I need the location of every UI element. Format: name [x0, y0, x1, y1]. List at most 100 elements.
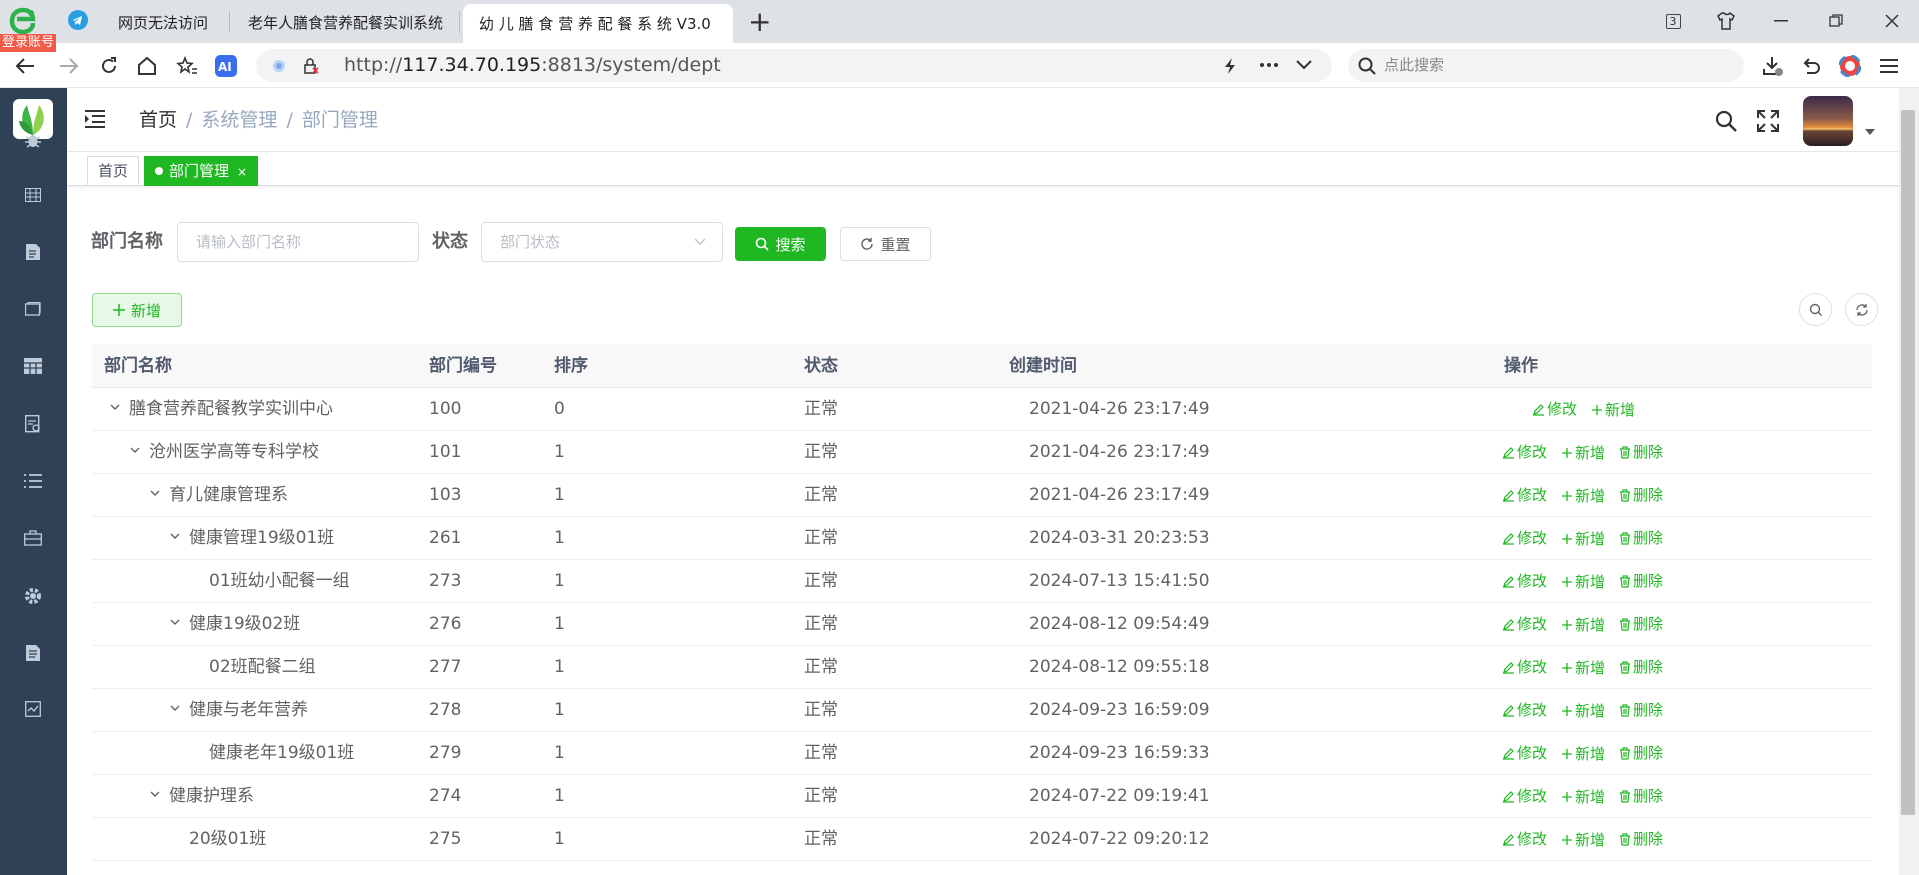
delete-link[interactable]: 删除 [1619, 732, 1663, 774]
grid-table-icon[interactable] [22, 355, 44, 377]
more-icon[interactable] [1260, 63, 1278, 67]
browser-tab-active[interactable]: 幼 儿 膳 食 营 养 配 餐 系 统 V3.0 [463, 4, 733, 43]
scrollbar-thumb[interactable] [1901, 110, 1915, 815]
toggle-search-button[interactable] [1799, 293, 1832, 326]
add-child-link[interactable]: 新增 [1561, 690, 1605, 732]
fullscreen-icon[interactable] [1757, 110, 1779, 132]
site-info-icon[interactable] [272, 59, 286, 73]
delete-link[interactable]: 删除 [1619, 818, 1663, 860]
delete-link[interactable]: 删除 [1619, 689, 1663, 731]
delete-link[interactable]: 删除 [1619, 646, 1663, 688]
home-icon[interactable] [134, 53, 160, 79]
card-icon[interactable] [22, 298, 44, 320]
user-avatar[interactable] [1803, 96, 1853, 146]
gear-icon[interactable] [22, 585, 44, 607]
hamburger-icon[interactable] [85, 110, 105, 128]
expand-chevron-icon[interactable] [129, 444, 141, 456]
search-button[interactable]: 搜索 [735, 227, 826, 261]
back-arrow-icon[interactable] [12, 53, 38, 79]
table-icon[interactable] [22, 184, 44, 206]
refresh-button[interactable] [1845, 293, 1878, 326]
expand-chevron-icon[interactable] [169, 530, 181, 542]
add-child-link[interactable]: 新增 [1561, 475, 1605, 517]
tag-dept-active[interactable]: 部门管理 × [144, 156, 259, 186]
edit-label: 修改 [1517, 572, 1548, 590]
new-tab-button[interactable]: + [748, 8, 771, 36]
chevron-down-icon[interactable] [1296, 60, 1312, 70]
edit-link[interactable]: 修改 [1502, 732, 1547, 774]
add-child-link[interactable]: 新增 [1561, 432, 1605, 474]
breadcrumb-home[interactable]: 首页 [139, 109, 177, 131]
tag-close-icon[interactable]: × [237, 165, 247, 179]
delete-link[interactable]: 删除 [1619, 474, 1663, 516]
edit-link[interactable]: 修改 [1502, 775, 1547, 817]
edit-link[interactable]: 修改 [1502, 646, 1547, 688]
briefcase-icon[interactable] [22, 527, 44, 549]
restore-button[interactable] [1823, 8, 1849, 34]
expand-chevron-icon[interactable] [169, 616, 181, 628]
browser-search-box[interactable]: 点此搜索 [1348, 49, 1744, 82]
expand-chevron-icon[interactable] [149, 487, 161, 499]
add-child-link[interactable]: 新增 [1561, 604, 1605, 646]
minimize-button[interactable] [1768, 8, 1794, 34]
add-child-link[interactable]: 新增 [1561, 776, 1605, 818]
tag-home[interactable]: 首页 [87, 156, 140, 186]
expand-chevron-icon[interactable] [149, 788, 161, 800]
expand-chevron-icon[interactable] [109, 401, 121, 413]
edit-link[interactable]: 修改 [1502, 603, 1547, 645]
delete-link[interactable]: 删除 [1619, 431, 1663, 473]
insecure-lock-icon[interactable] [302, 57, 320, 75]
delete-link[interactable]: 删除 [1619, 517, 1663, 559]
edit-link[interactable]: 修改 [1502, 431, 1547, 473]
favorites-icon[interactable] [174, 53, 200, 79]
delete-link[interactable]: 删除 [1619, 560, 1663, 602]
delete-link[interactable]: 删除 [1619, 603, 1663, 645]
add-child-link[interactable]: 新增 [1561, 518, 1605, 560]
header-search-icon[interactable] [1715, 110, 1737, 132]
chart-check-icon[interactable] [22, 698, 44, 720]
close-window-button[interactable] [1879, 8, 1905, 34]
lightning-icon[interactable] [1222, 57, 1238, 75]
edit-link[interactable]: 修改 [1502, 517, 1547, 559]
forward-arrow-icon[interactable] [56, 53, 82, 79]
skin-icon[interactable] [1713, 8, 1739, 34]
dept-name-input[interactable]: 请输入部门名称 [177, 222, 419, 262]
add-label: 新增 [1605, 400, 1636, 419]
caret-down-icon[interactable] [1865, 129, 1875, 135]
edit-link[interactable]: 修改 [1502, 689, 1547, 731]
edit-link[interactable]: 修改 [1502, 474, 1547, 516]
file-text-icon[interactable] [22, 642, 44, 664]
add-child-link[interactable]: 新增 [1561, 733, 1605, 775]
delete-link[interactable]: 删除 [1619, 775, 1663, 817]
checklist-icon[interactable] [22, 413, 44, 435]
address-bar[interactable]: http://117.34.70.195:8813/system/dept [256, 49, 1332, 82]
undo-icon[interactable] [1798, 53, 1824, 79]
document-edit-icon[interactable] [22, 241, 44, 263]
login-account-badge[interactable]: 登录账号 [0, 34, 57, 52]
cell-id: 273 [429, 571, 462, 591]
browser-tab-unreachable[interactable]: 网页无法访问 [100, 11, 230, 33]
download-icon[interactable] [1760, 53, 1786, 79]
cell-name: 膳食营养配餐教学实训中心 [109, 388, 333, 430]
status-select[interactable]: 部门状态 [481, 222, 723, 262]
add-button[interactable]: 新增 [92, 293, 182, 327]
browser-tab-elderly-system[interactable]: 老年人膳食营养配餐实训系统 [230, 11, 460, 33]
expand-chevron-icon[interactable] [169, 702, 181, 714]
menu-icon[interactable] [1876, 53, 1902, 79]
cell-name: 健康与老年营养 [169, 689, 308, 731]
edit-link[interactable]: 修改 [1502, 560, 1547, 602]
list-icon[interactable] [22, 470, 44, 492]
browser-logo-icon[interactable] [8, 7, 38, 35]
add-child-link[interactable]: 新增 [1561, 819, 1605, 861]
tab-count-button[interactable]: 3 [1660, 8, 1686, 34]
monitor-bug-icon[interactable] [22, 129, 44, 151]
add-child-link[interactable]: 新增 [1561, 561, 1605, 603]
edit-link[interactable]: 修改 [1532, 388, 1577, 430]
ai-assistant-icon[interactable]: AI [213, 53, 239, 79]
add-child-link[interactable]: 新增 [1561, 647, 1605, 689]
reload-icon[interactable] [96, 53, 122, 79]
extension-icon[interactable] [1837, 53, 1863, 79]
edit-link[interactable]: 修改 [1502, 818, 1547, 860]
add-child-link[interactable]: 新增 [1591, 389, 1635, 431]
reset-button[interactable]: 重置 [840, 227, 931, 261]
